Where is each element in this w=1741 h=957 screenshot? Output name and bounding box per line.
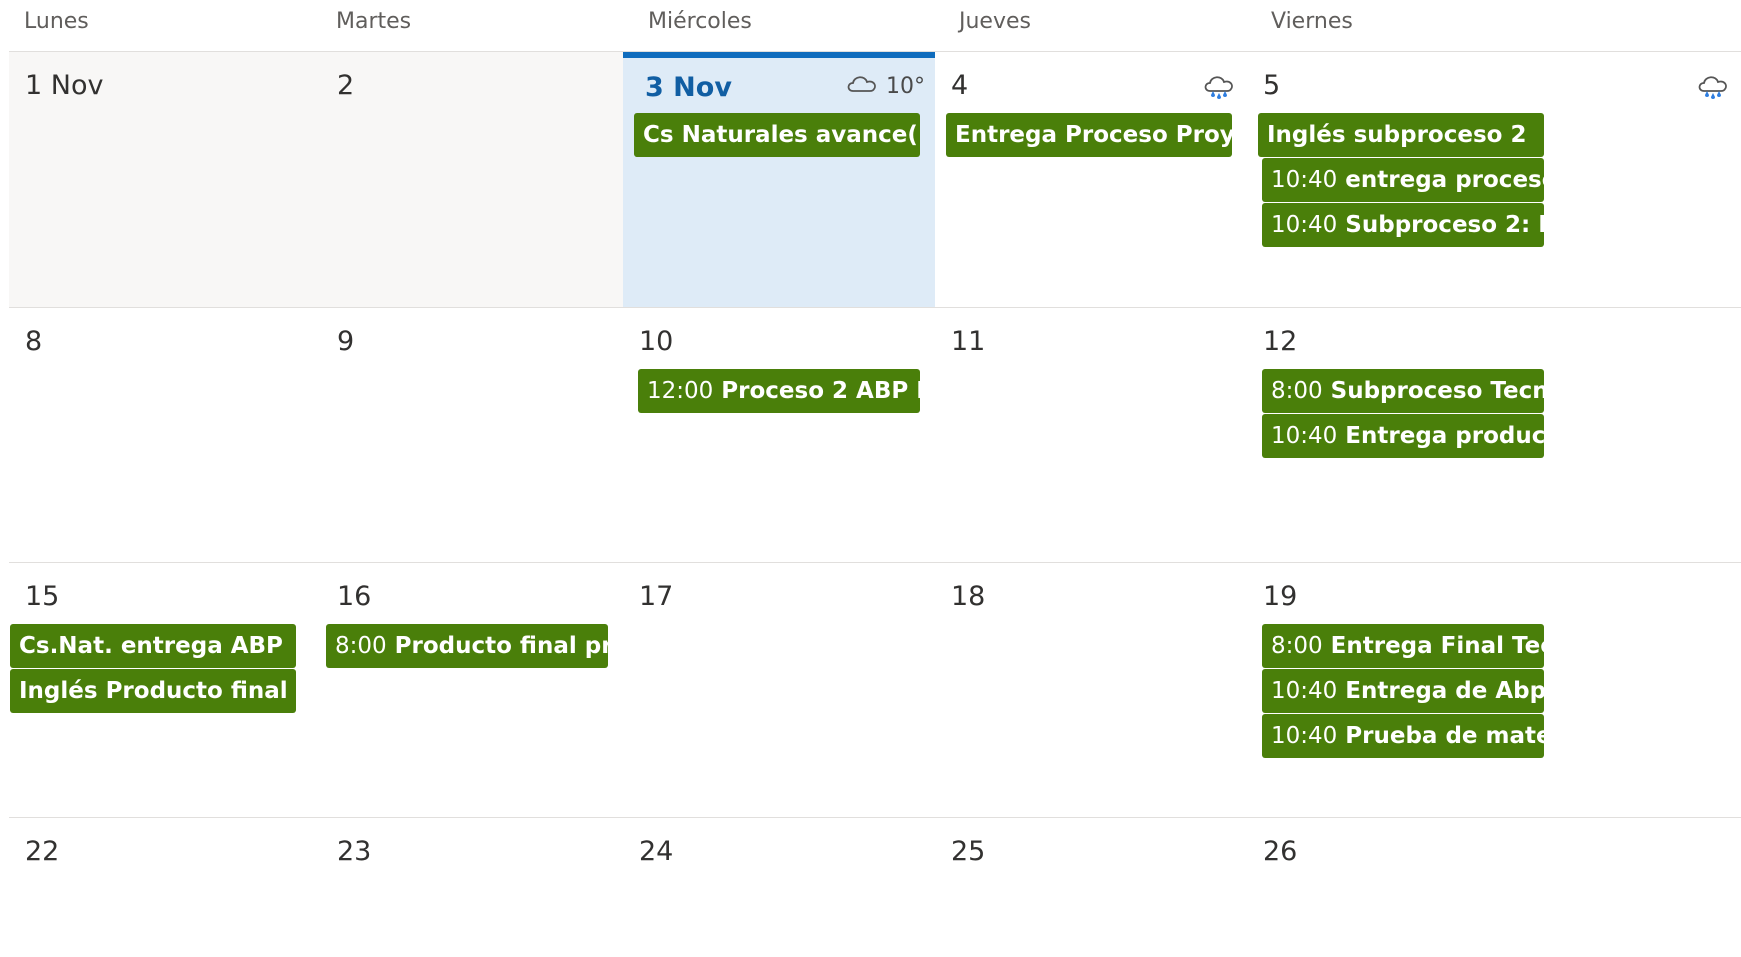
- date-label[interactable]: 18: [951, 579, 985, 615]
- day-cell[interactable]: 5 Inglés subproceso 2 10:40 entrega proceso…: [1247, 52, 1741, 307]
- date-label[interactable]: 26: [1263, 834, 1297, 870]
- event-time: 8:00: [335, 633, 387, 659]
- day-cell[interactable]: 1 Nov: [9, 52, 321, 307]
- day-cell[interactable]: 10 12:00 Proceso 2 ABP Ed. Fí: [623, 308, 935, 562]
- date-label[interactable]: 4: [951, 68, 968, 104]
- day-cell[interactable]: 18: [935, 563, 1247, 817]
- month-calendar: Lunes Martes Miércoles Jueves Viernes 1 Nov 2 3…: [0, 0, 1741, 957]
- day-cell[interactable]: 3 Nov 10° Cs Naturales avance( ticket: [623, 52, 935, 307]
- weekday-header: Viernes: [1271, 9, 1353, 34]
- date-label[interactable]: 11: [951, 324, 985, 360]
- weekday-header: Lunes: [24, 9, 89, 34]
- day-cell[interactable]: 24: [623, 818, 935, 957]
- day-cell[interactable]: 11: [935, 308, 1247, 562]
- calendar-event[interactable]: 12:00 Proceso 2 ABP Ed. Fí: [638, 369, 920, 413]
- event-title: Entrega de Abp Fina: [1345, 678, 1544, 704]
- date-label[interactable]: 23: [337, 834, 371, 870]
- day-cell[interactable]: 8: [9, 308, 321, 562]
- day-cell[interactable]: 12 8:00 Subproceso Tecnolog 10:40 Entrega pr…: [1247, 308, 1741, 562]
- date-label[interactable]: 22: [25, 834, 59, 870]
- event-title: Entrega Proceso Proyecto I: [955, 122, 1232, 148]
- date-label[interactable]: 12: [1263, 324, 1297, 360]
- calendar-event[interactable]: Inglés subproceso 2: [1258, 113, 1544, 157]
- weather-indicator: 10°: [844, 72, 925, 100]
- event-time: 10:40: [1271, 423, 1338, 449]
- event-time: 8:00: [1271, 633, 1323, 659]
- calendar-event[interactable]: 10:40 Prueba de matemáti: [1262, 714, 1544, 758]
- event-title: Producto final proyec: [394, 633, 608, 659]
- event-time: 12:00: [647, 378, 714, 404]
- date-label[interactable]: 19: [1263, 579, 1297, 615]
- date-label[interactable]: 8: [25, 324, 42, 360]
- calendar-event[interactable]: 8:00 Entrega Final Tecnolo: [1262, 624, 1544, 668]
- date-label[interactable]: 10: [639, 324, 673, 360]
- day-cell[interactable]: 22: [9, 818, 321, 957]
- day-cell[interactable]: 23: [321, 818, 623, 957]
- weekday-header: Martes: [336, 9, 412, 34]
- weekday-header: Miércoles: [648, 9, 752, 34]
- event-time: 8:00: [1271, 378, 1323, 404]
- calendar-event[interactable]: Cs.Nat. entrega ABP: [10, 624, 296, 668]
- calendar-event[interactable]: 8:00 Producto final proyec: [326, 624, 608, 668]
- event-title: Entrega Final Tecnolo: [1330, 633, 1544, 659]
- date-label[interactable]: 15: [25, 579, 59, 615]
- date-label[interactable]: 17: [639, 579, 673, 615]
- weather-indicator: [1695, 72, 1731, 100]
- day-cell[interactable]: 2: [321, 52, 623, 307]
- day-cell[interactable]: 9: [321, 308, 623, 562]
- event-time: 10:40: [1271, 678, 1338, 704]
- rain-cloud-icon: [1201, 72, 1237, 100]
- event-title: Entrega producto fir: [1345, 423, 1544, 449]
- day-cell[interactable]: 4 Entrega Proceso Proyecto I: [935, 52, 1247, 307]
- day-cell[interactable]: 16 8:00 Producto final proyec: [321, 563, 623, 817]
- temperature: 10°: [886, 73, 925, 99]
- event-title: Subproceso Tecnolog: [1330, 378, 1544, 404]
- event-title: entrega proceso mat: [1345, 167, 1544, 193]
- calendar-event[interactable]: 10:40 entrega proceso mat: [1262, 158, 1544, 202]
- calendar-event[interactable]: Entrega Proceso Proyecto I: [946, 113, 1232, 157]
- calendar-event[interactable]: 10:40 Entrega de Abp Fina: [1262, 669, 1544, 713]
- calendar-event[interactable]: 10:40 Subproceso 2: Entreg: [1262, 203, 1544, 247]
- day-cell[interactable]: 15 Cs.Nat. entrega ABP Inglés Producto fin…: [9, 563, 321, 817]
- event-title: Cs.Nat. entrega ABP: [19, 633, 283, 659]
- day-cell[interactable]: 26: [1247, 818, 1741, 957]
- calendar-event[interactable]: Cs Naturales avance( ticket: [634, 113, 920, 157]
- event-time: 10:40: [1271, 167, 1338, 193]
- date-label[interactable]: 16: [337, 579, 371, 615]
- day-cell[interactable]: 25: [935, 818, 1247, 957]
- day-cell[interactable]: 19 8:00 Entrega Final Tecnolo 10:40 Entrega …: [1247, 563, 1741, 817]
- date-label[interactable]: 24: [639, 834, 673, 870]
- date-label[interactable]: 5: [1263, 68, 1280, 104]
- event-title: Inglés Producto final: [19, 678, 288, 704]
- event-title: Proceso 2 ABP Ed. Fí: [721, 378, 920, 404]
- rain-cloud-icon: [1695, 72, 1731, 100]
- today-indicator: [623, 52, 935, 58]
- calendar-event[interactable]: Inglés Producto final: [10, 669, 296, 713]
- weekday-header: Jueves: [959, 9, 1031, 34]
- calendar-event[interactable]: 10:40 Entrega producto fir: [1262, 414, 1544, 458]
- calendar-event[interactable]: 8:00 Subproceso Tecnolog: [1262, 369, 1544, 413]
- event-title: Subproceso 2: Entreg: [1345, 212, 1544, 238]
- event-title: Prueba de matemáti: [1345, 723, 1544, 749]
- event-title: Inglés subproceso 2: [1267, 122, 1527, 148]
- event-time: 10:40: [1271, 723, 1338, 749]
- event-time: 10:40: [1271, 212, 1338, 238]
- date-label[interactable]: 2: [337, 68, 354, 104]
- date-label[interactable]: 9: [337, 324, 354, 360]
- day-cell[interactable]: 17: [623, 563, 935, 817]
- cloud-icon: [844, 72, 880, 100]
- date-label[interactable]: 25: [951, 834, 985, 870]
- weather-indicator: [1201, 72, 1237, 100]
- date-label[interactable]: 1 Nov: [25, 68, 103, 104]
- event-title: Cs Naturales avance( ticket: [643, 122, 920, 148]
- date-label[interactable]: 3 Nov: [645, 70, 732, 106]
